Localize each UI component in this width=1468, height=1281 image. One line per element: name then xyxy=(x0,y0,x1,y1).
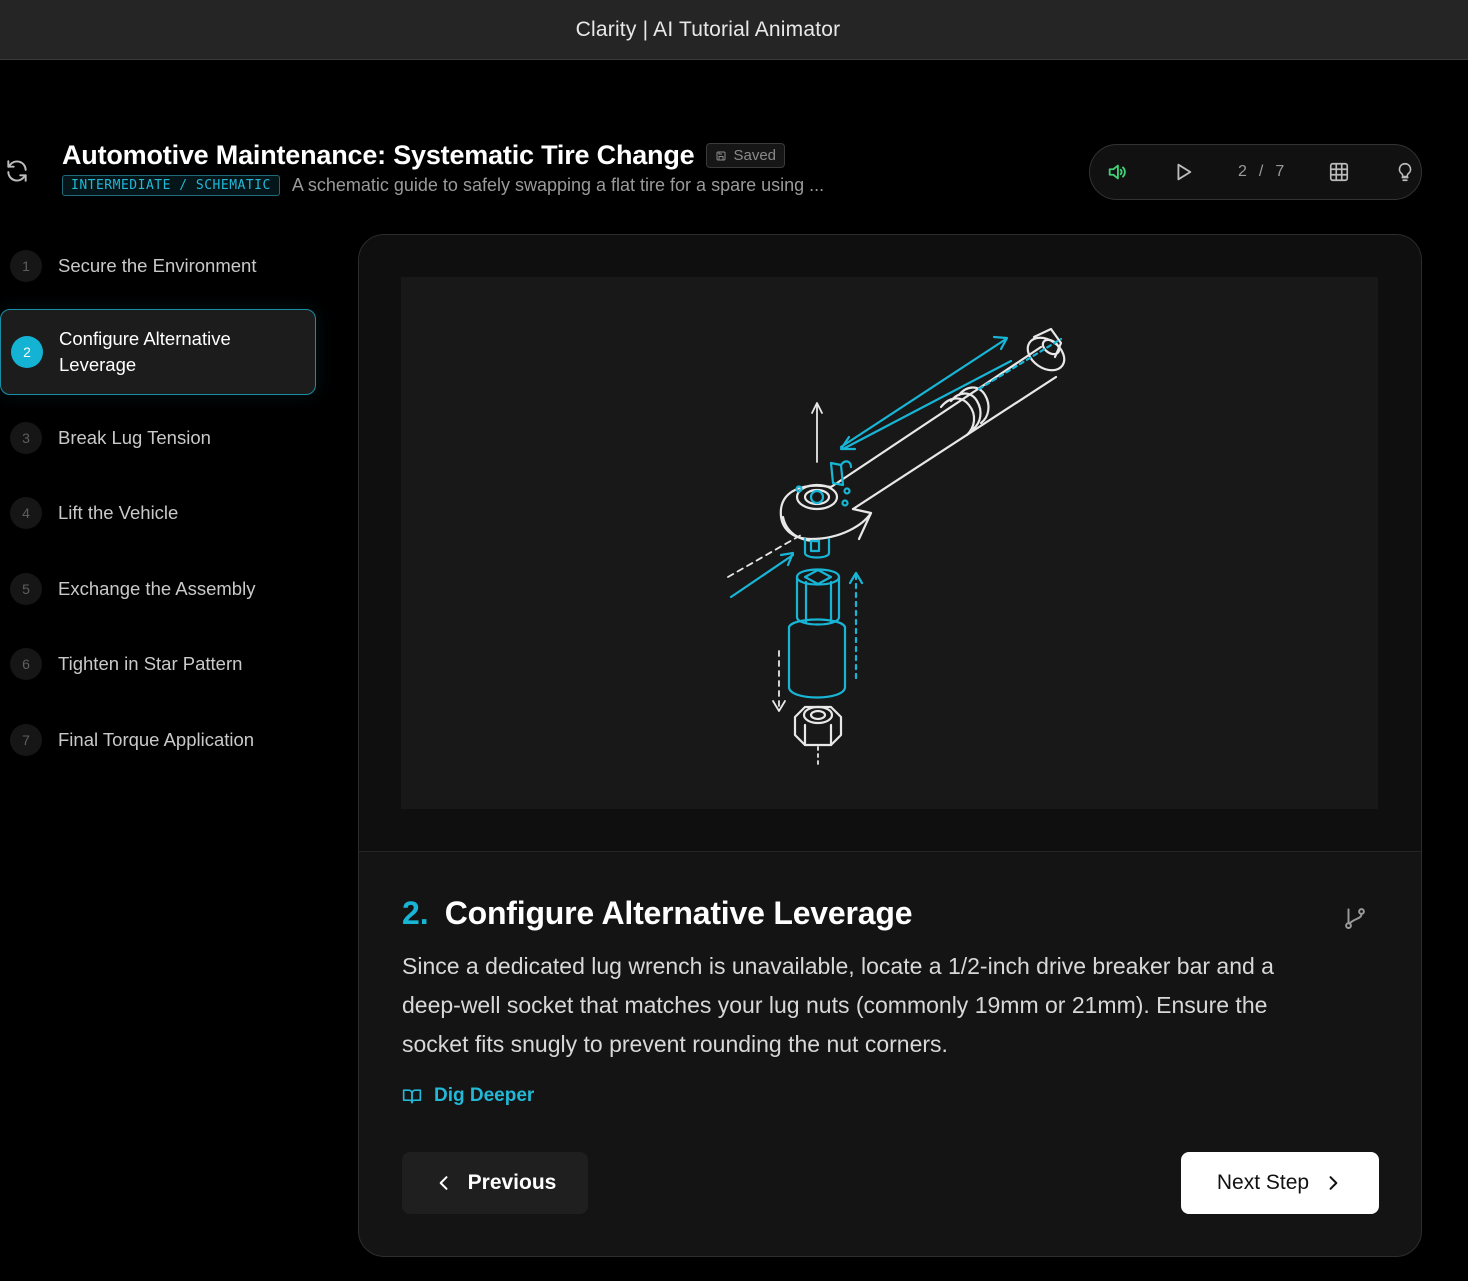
step-label: Tighten in Star Pattern xyxy=(58,653,243,674)
step-heading: 2. Configure Alternative Leverage xyxy=(402,895,913,932)
step-label: Final Torque Application xyxy=(58,729,255,750)
step-item-7[interactable]: 7 Final Torque Application xyxy=(0,724,316,756)
saved-badge: Saved xyxy=(706,143,786,168)
step-heading-title: Configure Alternative Leverage xyxy=(444,895,913,931)
book-icon xyxy=(402,1089,422,1104)
step-number: 5 xyxy=(10,573,42,605)
step-description: Since a dedicated lug wrench is unavaila… xyxy=(402,953,1274,1057)
step-item-4[interactable]: 4 Lift the Vehicle xyxy=(0,497,316,529)
step-label: Break Lug Tension xyxy=(58,427,211,448)
chevron-left-icon xyxy=(439,1176,448,1190)
refresh-icon[interactable] xyxy=(4,158,30,184)
step-separator: / xyxy=(1258,163,1264,180)
step-label: Configure Alternative Leverage xyxy=(59,328,231,375)
step-heading-number: 2. xyxy=(402,895,429,931)
step-number: 6 xyxy=(10,648,42,680)
grid-icon[interactable] xyxy=(1328,160,1350,184)
dig-deeper-link[interactable]: Dig Deeper xyxy=(402,1085,534,1107)
tutorial-header: Automotive Maintenance: Systematic Tire … xyxy=(62,140,824,196)
step-item-3[interactable]: 3 Break Lug Tension xyxy=(0,422,316,454)
step-item-1[interactable]: 1 Secure the Environment xyxy=(0,250,316,282)
dig-deeper-label: Dig Deeper xyxy=(434,1085,535,1106)
chevron-right-icon xyxy=(1329,1176,1338,1190)
step-label: Secure the Environment xyxy=(58,255,257,276)
next-step-button[interactable]: Next Step xyxy=(1181,1152,1379,1214)
illustration-stage xyxy=(359,235,1421,852)
step-counter: 2 / 7 xyxy=(1238,163,1284,181)
step-label: Exchange the Assembly xyxy=(58,578,256,599)
step-panel: 2. Configure Alternative Leverage Since … xyxy=(358,234,1422,1257)
app-header: Clarity | AI Tutorial Animator xyxy=(0,0,1468,60)
step-number: 7 xyxy=(10,724,42,756)
breaker-bar-socket-illustration xyxy=(727,327,1066,766)
step-item-6[interactable]: 6 Tighten in Star Pattern xyxy=(0,648,316,680)
lightbulb-icon[interactable] xyxy=(1394,160,1416,184)
next-label: Next Step xyxy=(1216,1171,1310,1194)
tutorial-subtitle: A schematic guide to safely swapping a f… xyxy=(291,175,825,195)
volume-icon[interactable] xyxy=(1106,160,1128,184)
save-icon xyxy=(716,151,726,160)
step-number: 2 xyxy=(11,336,43,368)
step-current: 2 xyxy=(1238,163,1247,180)
step-number: 1 xyxy=(10,250,42,282)
step-total: 7 xyxy=(1275,163,1285,180)
branch-icon[interactable] xyxy=(1342,905,1368,931)
play-icon[interactable] xyxy=(1172,160,1194,184)
step-item-2[interactable]: 2 Configure Alternative Leverage xyxy=(0,309,316,395)
step-number: 3 xyxy=(10,422,42,454)
step-number: 4 xyxy=(10,497,42,529)
tutorial-title: Automotive Maintenance: Systematic Tire … xyxy=(62,140,695,170)
difficulty-tag: INTERMEDIATE / SCHEMATIC xyxy=(62,175,280,196)
saved-label: Saved xyxy=(733,147,777,164)
step-label: Lift the Vehicle xyxy=(58,502,179,523)
previous-label: Previous xyxy=(467,1171,557,1194)
playback-controls: 2 / 7 xyxy=(1089,144,1422,200)
step-item-5[interactable]: 5 Exchange the Assembly xyxy=(0,573,316,605)
illustration-canvas xyxy=(401,277,1378,809)
app-title: Clarity | AI Tutorial Animator xyxy=(575,17,841,41)
previous-button[interactable]: Previous xyxy=(402,1152,588,1214)
